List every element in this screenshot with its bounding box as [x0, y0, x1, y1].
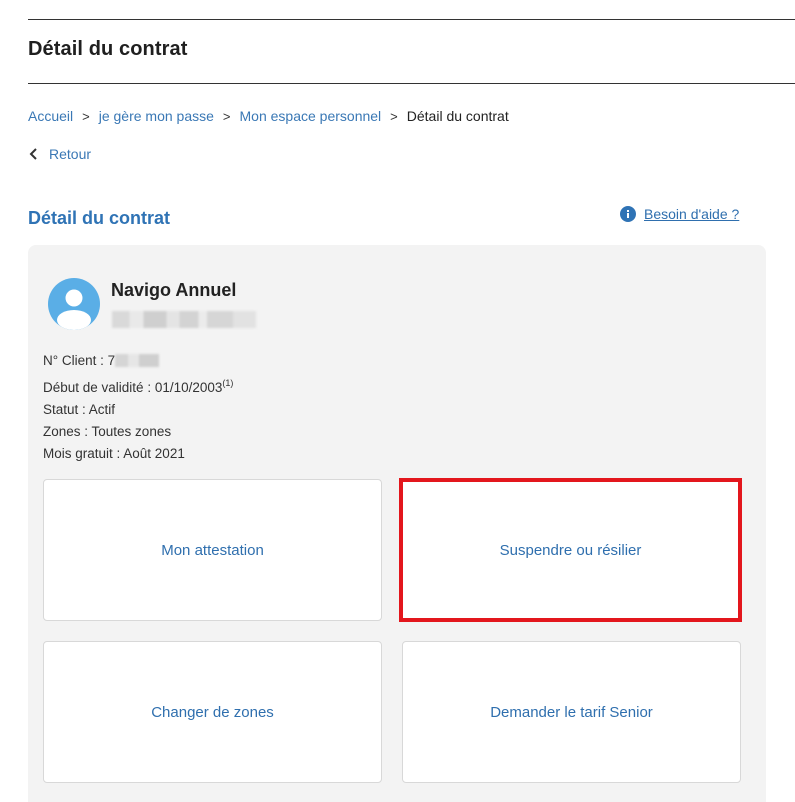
breadcrumb-separator: >: [82, 108, 90, 124]
client-number-label: N° Client :: [43, 353, 108, 368]
zones-row: Zones : Toutes zones: [43, 424, 172, 439]
redacted-client-number: [115, 354, 160, 367]
attestation-label: Mon attestation: [161, 541, 264, 559]
page-title: Détail du contrat: [28, 38, 188, 60]
status-row: Statut : Actif: [43, 402, 116, 417]
user-avatar-icon: [48, 278, 100, 330]
validity-start-value: 01/10/2003: [154, 380, 223, 395]
free-month-row: Mois gratuit : Août 2021: [43, 446, 185, 461]
help-label[interactable]: Besoin d'aide ?: [644, 206, 739, 222]
back-link[interactable]: Retour: [28, 146, 91, 162]
top-divider: [28, 19, 795, 20]
breadcrumb-home-link[interactable]: Accueil: [28, 108, 73, 124]
breadcrumb-personal-space-link[interactable]: Mon espace personnel: [240, 108, 382, 124]
help-link[interactable]: Besoin d'aide ?: [620, 206, 739, 222]
suspend-or-cancel-button[interactable]: Suspendre ou résilier: [401, 479, 740, 621]
breadcrumb-separator: >: [390, 108, 398, 124]
redacted-card-number: [112, 311, 256, 328]
senior-rate-button[interactable]: Demander le tarif Senior: [402, 641, 741, 783]
validity-start-row: Début de validité : 01/10/2003(1): [43, 372, 233, 399]
client-number-value: 7: [107, 353, 116, 368]
attestation-button[interactable]: Mon attestation: [43, 479, 382, 621]
breadcrumb-separator: >: [222, 108, 231, 124]
client-number-row: N° Client : 7: [43, 350, 233, 372]
breadcrumb: Accueil > je gère mon passe > Mon espace…: [28, 108, 509, 124]
suspend-or-cancel-label: Suspendre ou résilier: [499, 541, 642, 559]
page: Détail du contrat Accueil > je gère mon …: [0, 0, 795, 802]
contract-details: N° Client : 7 Début de validité : 01/10/…: [43, 350, 233, 465]
info-icon: [620, 206, 636, 222]
breadcrumb-pass-link[interactable]: je gère mon passe: [99, 108, 214, 124]
contract-name: Navigo Annuel: [111, 280, 237, 300]
senior-rate-label: Demander le tarif Senior: [490, 703, 653, 721]
breadcrumb-current: Détail du contrat: [406, 108, 509, 124]
footnote-marker: (1): [222, 378, 234, 388]
header-divider: [28, 83, 795, 84]
change-zones-button[interactable]: Changer de zones: [43, 641, 382, 783]
back-label: Retour: [49, 146, 92, 162]
section-title: Détail du contrat: [28, 208, 171, 228]
chevron-left-icon: [29, 148, 37, 160]
validity-start-label: Début de validité :: [43, 380, 155, 395]
change-zones-label: Changer de zones: [151, 703, 274, 721]
